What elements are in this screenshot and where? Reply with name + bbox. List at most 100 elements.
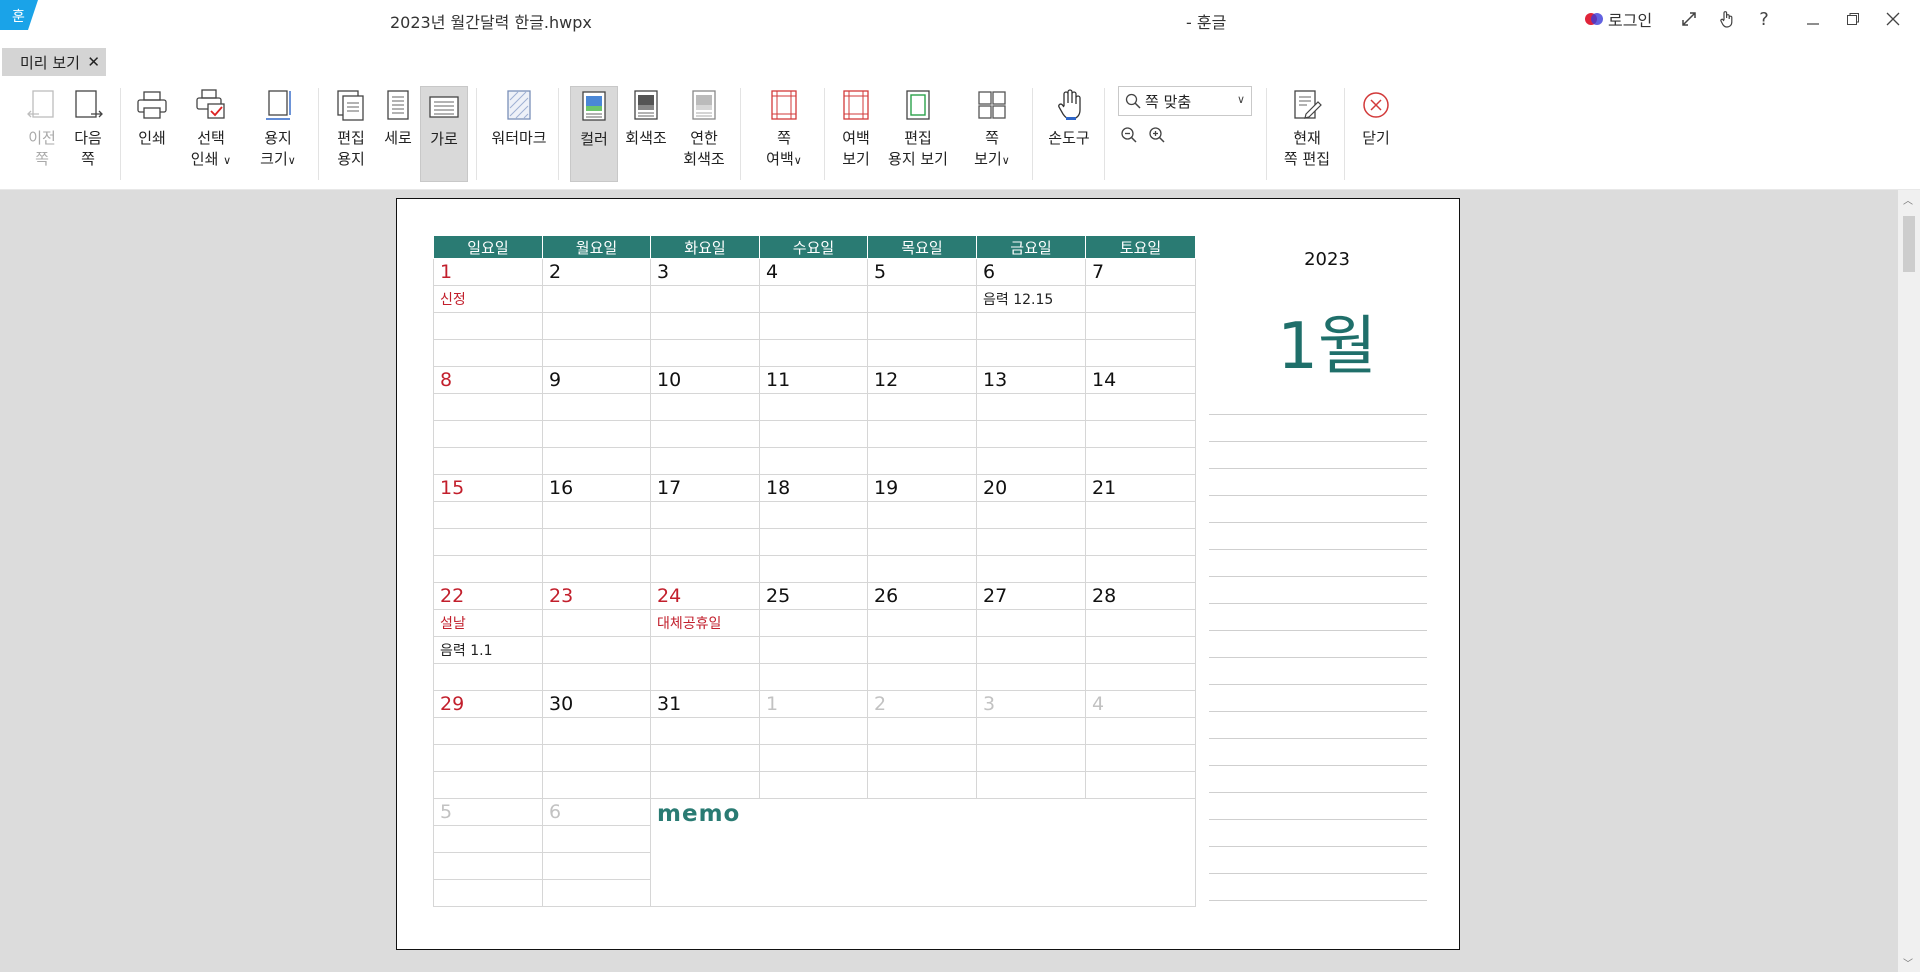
day-number: 30 xyxy=(542,690,651,718)
restore-icon[interactable] xyxy=(1840,6,1866,32)
edit-paper-button[interactable]: 편집 용지 xyxy=(330,86,372,182)
lunar-date-note: 음력 12.15 xyxy=(976,285,1086,313)
ribbon-toolbar: 이전 쪽 다음 쪽 인쇄 선택 인쇄 ∨ 용지 크기∨ 편집 용지 세로 가로 … xyxy=(0,78,1920,190)
day-number: 19 xyxy=(867,474,977,502)
note-line xyxy=(1209,765,1427,766)
page-margin-button[interactable]: 쪽 여백∨ xyxy=(762,86,806,182)
current-page-edit-label-2: 쪽 편집 xyxy=(1283,150,1331,168)
day-number: 1 xyxy=(433,258,543,286)
print-button[interactable]: 인쇄 xyxy=(132,86,172,182)
note-row: 설날 대체공휴일 xyxy=(433,609,1196,637)
note-line xyxy=(1209,846,1427,847)
note-line xyxy=(1209,603,1427,604)
zoom-select[interactable]: 쪽 맞춤 ∨ xyxy=(1118,86,1252,116)
day-note xyxy=(976,609,1086,637)
tab-preview[interactable]: 미리 보기 ✕ xyxy=(2,48,106,76)
memo-label: memo xyxy=(657,801,741,827)
day-number: 11 xyxy=(759,366,868,394)
page-view-button[interactable]: 쪽 보기∨ xyxy=(970,86,1014,182)
paper-size-label-2: 크기∨ xyxy=(260,150,296,168)
svg-text:훈: 훈 xyxy=(12,9,25,25)
day-number: 24 xyxy=(650,582,760,610)
login-avatar-icon xyxy=(1585,13,1603,25)
next-page-label-2: 쪽 xyxy=(81,150,95,168)
edit-paper-view-button[interactable]: 편집 용지 보기 xyxy=(884,86,952,182)
zoom-in-icon[interactable] xyxy=(1146,124,1168,146)
print-label: 인쇄 xyxy=(138,129,166,147)
day-number: 5 xyxy=(867,258,977,286)
week-row: 15 16 17 18 19 20 21 xyxy=(433,474,1196,502)
page-margin-label-1: 쪽 xyxy=(777,129,791,147)
note-line xyxy=(1209,549,1427,550)
light-grayscale-button[interactable]: 연한 회색조 xyxy=(680,86,728,182)
week-row: 8 9 10 11 12 13 14 xyxy=(433,366,1196,394)
holiday-note: 설날 xyxy=(433,609,543,637)
lunar-date-note: 음력 1.1 xyxy=(433,636,543,664)
landscape-label: 가로 xyxy=(430,130,458,148)
day-number-next-month: 3 xyxy=(976,690,1086,718)
light-grayscale-icon xyxy=(686,86,722,124)
day-number: 3 xyxy=(650,258,760,286)
touch-mode-icon[interactable] xyxy=(1714,6,1740,32)
next-page-button[interactable]: 다음 쪽 xyxy=(68,86,108,182)
zoom-out-icon[interactable] xyxy=(1118,124,1140,146)
note-row xyxy=(433,393,1196,421)
day-number: 8 xyxy=(433,366,543,394)
day-note xyxy=(759,609,868,637)
note-row xyxy=(433,717,1196,745)
weekday-header: 목요일 xyxy=(867,235,977,259)
hand-tool-button[interactable]: 손도구 xyxy=(1044,86,1094,182)
weekday-header: 월요일 xyxy=(542,235,651,259)
app-logo-icon[interactable]: 훈 xyxy=(0,0,38,30)
tab-bar: 미리 보기 ✕ xyxy=(0,38,1920,78)
page-view-label-2: 보기∨ xyxy=(974,150,1010,168)
calendar-month: 1월 xyxy=(1277,310,1377,384)
paper-size-button[interactable]: 용지 크기∨ xyxy=(256,86,300,182)
color-button[interactable]: 컬러 xyxy=(570,86,618,182)
grayscale-button[interactable]: 회색조 xyxy=(622,86,670,182)
current-page-edit-button[interactable]: 현재 쪽 편집 xyxy=(1280,86,1334,182)
tab-close-icon[interactable]: ✕ xyxy=(87,53,100,71)
select-print-button[interactable]: 선택 인쇄 ∨ xyxy=(186,86,236,182)
select-print-label-1: 선택 xyxy=(197,129,225,147)
scroll-down-icon[interactable]: ﹀ xyxy=(1903,955,1913,970)
day-number-next-month: 1 xyxy=(759,690,868,718)
close-preview-button[interactable]: 닫기 xyxy=(1356,86,1396,182)
weekday-header: 일요일 xyxy=(433,235,543,259)
edit-paper-view-icon xyxy=(900,86,936,124)
day-number: 15 xyxy=(433,474,543,502)
page-margin-label-2: 여백∨ xyxy=(766,150,802,168)
day-number: 28 xyxy=(1085,582,1196,610)
note-row xyxy=(433,528,1196,556)
separator xyxy=(476,88,477,180)
separator xyxy=(1032,88,1033,180)
window-close-icon[interactable] xyxy=(1880,6,1906,32)
watermark-button[interactable]: 워터마크 xyxy=(488,86,550,182)
login-button[interactable]: 로그인 xyxy=(1584,8,1652,30)
login-label: 로그인 xyxy=(1608,11,1653,30)
fullscreen-icon[interactable] xyxy=(1676,6,1702,32)
color-mode-icon xyxy=(576,87,612,125)
day-number: 16 xyxy=(542,474,651,502)
scroll-up-icon[interactable]: ︿ xyxy=(1903,192,1913,207)
vertical-scrollbar[interactable]: ︿ ﹀ xyxy=(1898,190,1920,972)
margin-view-button[interactable]: 여백 보기 xyxy=(836,86,876,182)
weekday-header-row: 일요일 월요일 화요일 수요일 목요일 금요일 토요일 xyxy=(433,235,1196,259)
day-number: 4 xyxy=(759,258,868,286)
search-icon xyxy=(1125,93,1141,109)
calendar-year: 2023 xyxy=(1304,249,1350,270)
portrait-button[interactable]: 세로 xyxy=(378,86,418,182)
paper-size-icon xyxy=(260,86,296,124)
help-icon[interactable]: ? xyxy=(1751,6,1777,32)
day-number-next-month: 2 xyxy=(867,690,977,718)
day-number: 31 xyxy=(650,690,760,718)
note-row xyxy=(433,447,1196,475)
day-number: 6 xyxy=(976,258,1086,286)
note-row xyxy=(433,555,1196,583)
note-row: 음력 1.1 xyxy=(433,636,1196,664)
margin-view-label-2: 보기 xyxy=(842,150,870,168)
prev-page-button[interactable]: 이전 쪽 xyxy=(22,86,62,182)
scroll-thumb[interactable] xyxy=(1903,216,1915,272)
minimize-icon[interactable] xyxy=(1800,6,1826,32)
landscape-button[interactable]: 가로 xyxy=(420,86,468,182)
